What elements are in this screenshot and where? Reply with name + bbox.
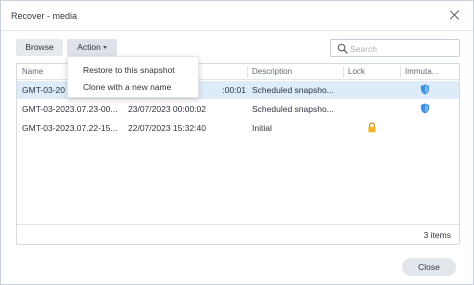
dialog-title: Recover - media [11, 11, 78, 21]
table-footer: 3 items [17, 224, 459, 244]
shield-icon [420, 84, 430, 95]
cell-time: 23/07/2023 00:00:02 [128, 104, 206, 114]
column-header-lock[interactable]: Lock [348, 67, 365, 76]
lock-icon [367, 122, 377, 133]
search-input[interactable] [350, 42, 454, 55]
cell-description: Initial [252, 123, 272, 133]
caret-down-icon [102, 46, 107, 49]
title-bar: Recover - media [1, 1, 473, 31]
cell-description: Scheduled snapsho... [252, 85, 334, 95]
shield-icon [420, 103, 430, 114]
menu-item-clone-new-name[interactable]: Clone with a new name [68, 79, 198, 95]
items-count: 3 items [423, 230, 451, 240]
column-header-name[interactable]: Name [22, 67, 43, 76]
cell-description: Scheduled snapsho... [252, 104, 334, 114]
cell-name: GMT-03-2023.07.22-15... [22, 123, 118, 133]
cell-time: 22/07/2023 15:32:40 [128, 123, 206, 133]
column-header-immutable[interactable]: Immuta... [405, 67, 457, 76]
table-row[interactable]: GMT-03-2023.07.23-00... 23/07/2023 00:00:… [17, 100, 459, 118]
cell-name: GMT-03-2023.07.23-00... [22, 104, 118, 114]
recover-dialog: Recover - media Browse Action Name Descr… [0, 0, 474, 285]
table-row[interactable]: GMT-03-2023.07.22-15... 22/07/2023 15:32:… [17, 119, 459, 137]
column-divider [343, 66, 344, 78]
action-menu: Restore to this snapshot Clone with a ne… [67, 56, 199, 98]
action-button-label: Action [77, 42, 101, 52]
column-divider [400, 66, 401, 78]
close-button[interactable]: Close [402, 258, 456, 276]
menu-item-restore-snapshot[interactable]: Restore to this snapshot [68, 62, 198, 78]
column-header-description[interactable]: Description [252, 67, 292, 76]
column-divider [247, 66, 248, 78]
search-icon [337, 43, 348, 54]
browse-button[interactable]: Browse [16, 39, 63, 56]
toolbar: Browse Action [16, 39, 460, 57]
action-button[interactable]: Action [67, 39, 117, 56]
close-icon[interactable] [449, 9, 461, 21]
search-box[interactable] [330, 39, 460, 57]
